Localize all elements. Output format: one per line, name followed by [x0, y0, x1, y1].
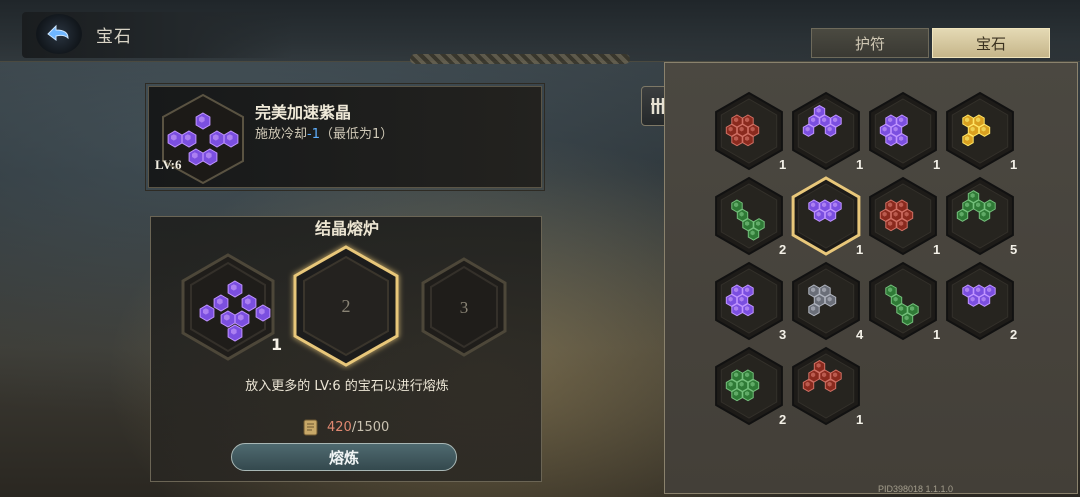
gem-slot-2[interactable]: 1 — [792, 91, 863, 172]
smelt-cost: 420/1500 — [301, 417, 389, 437]
gem-inventory-grid: 1 1 1 1 2 1 1 5 3 4 1 2 2 1 — [715, 91, 1017, 427]
gem-slot-8[interactable]: 5 — [946, 176, 1017, 257]
gem-slot-count: 3 — [779, 327, 786, 342]
gem-slot-13[interactable]: 2 — [715, 346, 786, 427]
back-arrow-icon — [47, 24, 69, 41]
smelt-button[interactable]: 熔炼 — [231, 443, 457, 471]
gem-slot-count: 1 — [1010, 157, 1017, 172]
furnace-slot-3[interactable]: 3 — [417, 255, 511, 359]
gem-slot-count: 1 — [933, 157, 940, 172]
page-title: 宝石 — [96, 27, 132, 47]
gem-slot-count: 5 — [1010, 242, 1017, 257]
gem-slot-1[interactable]: 1 — [715, 91, 786, 172]
build-id: PID398018 1.1.1.0 — [878, 484, 954, 494]
gem-slot-count: 1 — [779, 157, 786, 172]
gem-inventory-panel: 1 1 1 1 2 1 1 5 3 4 1 2 2 1 — [664, 62, 1078, 494]
scroll-icon — [303, 419, 318, 436]
gem-slot-4[interactable]: 1 — [946, 91, 1017, 172]
gem-slot-count: 1 — [933, 242, 940, 257]
gem-slot-count: 4 — [856, 327, 864, 342]
furnace-slot-3-label: 3 — [460, 298, 469, 317]
gem-slot-7[interactable]: 1 — [869, 176, 940, 257]
selected-gem-panel: 完美加速紫晶 施放冷却-1（最低为1） LV:6 — [145, 83, 545, 191]
crystal-furnace-panel: 结晶熔炉 1 2 3 放入更多的 LV:6 的宝石以进行熔炼 420/1500 … — [150, 216, 542, 482]
gem-level: LV:6 — [155, 157, 182, 172]
furnace-slot-2[interactable]: 2 — [287, 241, 405, 371]
gem-slot-5[interactable]: 2 — [715, 176, 786, 257]
decorative-rope — [410, 54, 630, 64]
tab-amulet[interactable]: 护符 — [811, 28, 929, 58]
gem-slot-count: 2 — [1010, 327, 1017, 342]
gem-slot-count: 1 — [856, 157, 863, 172]
furnace-title: 结晶熔炉 — [314, 219, 379, 238]
furnace-slot-1[interactable] — [177, 251, 279, 363]
gem-slot-14[interactable]: 1 — [792, 346, 863, 427]
back-button[interactable] — [36, 14, 82, 54]
gem-slot-count: 2 — [779, 412, 786, 427]
gem-slot-12[interactable]: 2 — [946, 261, 1017, 342]
gem-slot-10[interactable]: 4 — [792, 261, 864, 342]
gem-slot-count: 1 — [856, 412, 863, 427]
furnace-hint: 放入更多的 LV:6 的宝石以进行熔炼 — [245, 379, 449, 394]
cost-current: 420 — [327, 419, 352, 435]
tab-gem[interactable]: 宝石 — [932, 28, 1050, 58]
furnace-slot-2-label: 2 — [342, 296, 351, 316]
gem-slot-count: 2 — [779, 242, 786, 257]
furnace-slot-1-count: 1 — [271, 335, 283, 354]
gem-slot-3[interactable]: 1 — [869, 91, 940, 172]
gem-description: 施放冷却-1（最低为1） — [255, 127, 394, 142]
gem-name: 完美加速紫晶 — [255, 103, 352, 122]
gem-slot-count: 1 — [856, 242, 863, 257]
gem-slot-count: 1 — [933, 327, 940, 342]
gem-slot-6[interactable]: 1 — [791, 176, 863, 257]
gem-slot-11[interactable]: 1 — [869, 261, 940, 342]
cost-max: /1500 — [351, 419, 390, 435]
gem-slot-9[interactable]: 3 — [715, 261, 786, 342]
